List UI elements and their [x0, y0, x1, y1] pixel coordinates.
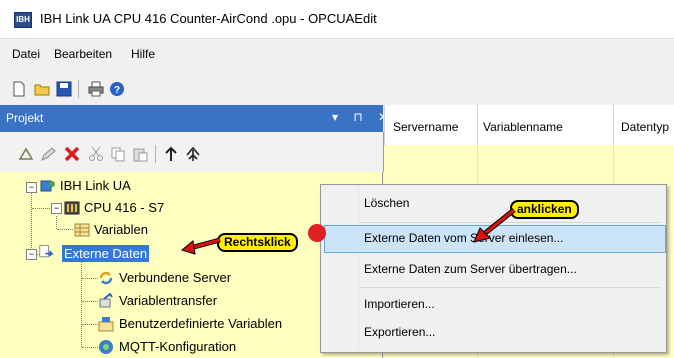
- tree-node-benutzerdefinierte-variablen[interactable]: Benutzerdefinierte Variablen: [119, 316, 282, 331]
- table-icon: [74, 223, 90, 237]
- external-data-icon: [39, 245, 54, 258]
- tree-line: [82, 278, 98, 279]
- tree-node-cpu[interactable]: CPU 416 - S7: [84, 200, 164, 215]
- tree-line: [56, 216, 57, 229]
- tree-line: [32, 208, 50, 209]
- cut-icon[interactable]: [88, 146, 104, 162]
- help-icon[interactable]: ?: [109, 81, 125, 97]
- open-folder-icon[interactable]: [34, 81, 50, 97]
- copy-icon[interactable]: [110, 146, 126, 162]
- tree-line: [81, 262, 82, 347]
- svg-text:?: ?: [114, 85, 120, 96]
- collapse-toggle[interactable]: −: [26, 249, 37, 260]
- column-header-variablenname[interactable]: Variablenname: [483, 120, 563, 134]
- ibh-link-icon: [40, 180, 55, 192]
- toolbar-separator: [155, 145, 156, 163]
- tree-node-externe-daten[interactable]: Externe Daten: [62, 245, 150, 262]
- column-separator: [384, 105, 385, 145]
- delete-icon[interactable]: [64, 146, 80, 162]
- menu-bearbeiten[interactable]: Bearbeiten: [54, 47, 112, 61]
- move-top-icon[interactable]: [185, 146, 201, 162]
- panel-header: [0, 105, 383, 132]
- add-variable-icon[interactable]: [18, 146, 34, 162]
- tree-node-mqtt-konfiguration[interactable]: MQTT-Konfiguration: [119, 339, 236, 354]
- toolbar-separator: [78, 80, 79, 98]
- variable-transfer-icon: [99, 293, 113, 308]
- tree-node-ibh-link-ua[interactable]: IBH Link UA: [60, 178, 131, 193]
- menu-gutter: [358, 186, 359, 349]
- anklicken-callout: anklicken: [510, 200, 579, 219]
- user-variables-icon: [98, 317, 114, 332]
- panel-title: Projekt: [6, 111, 44, 125]
- edit-icon[interactable]: [40, 146, 56, 162]
- move-up-icon[interactable]: [163, 146, 179, 162]
- paste-icon[interactable]: [132, 146, 148, 162]
- rechtsklick-callout: Rechtsklick: [217, 233, 298, 252]
- column-header-datentyp[interactable]: Datentyp: [621, 120, 674, 134]
- arrow-anklicken: [473, 208, 516, 243]
- menu-hilfe[interactable]: Hilfe: [131, 47, 155, 61]
- cpu-icon: [64, 201, 80, 215]
- app-icon: IBH: [14, 12, 32, 28]
- tree-line: [57, 229, 73, 230]
- tree-node-variablen[interactable]: Variablen: [94, 222, 148, 237]
- column-separator: [477, 105, 478, 145]
- arrow-rechtsklick: [180, 237, 221, 255]
- menu-item-externe-daten-uebertragen[interactable]: Externe Daten zum Server übertragen...: [364, 262, 577, 276]
- menu-datei[interactable]: Datei: [12, 47, 40, 61]
- column-header-servername[interactable]: Servername: [393, 120, 458, 134]
- menu-item-externe-daten-einlesen[interactable]: Externe Daten vom Server einlesen...: [364, 231, 563, 245]
- collapse-toggle[interactable]: −: [51, 203, 62, 214]
- connected-servers-icon: [99, 271, 113, 285]
- tree-line: [82, 347, 98, 348]
- tree-line: [82, 324, 98, 325]
- collapse-toggle[interactable]: −: [26, 182, 37, 193]
- menu-separator: [360, 287, 660, 288]
- window-title: IBH Link UA CPU 416 Counter-AirCond .opu…: [40, 11, 377, 26]
- menu-item-importieren[interactable]: Importieren...: [364, 297, 435, 311]
- menu-item-loeschen[interactable]: Löschen: [364, 196, 409, 210]
- tree-line: [82, 301, 98, 302]
- tree-node-verbundene-server[interactable]: Verbundene Server: [119, 270, 231, 285]
- click-marker: [308, 224, 326, 242]
- mqtt-icon: [99, 340, 113, 354]
- print-icon[interactable]: [88, 81, 104, 97]
- selected-node-label[interactable]: Externe Daten: [62, 245, 150, 262]
- new-file-icon[interactable]: [11, 81, 27, 97]
- column-separator: [613, 105, 614, 145]
- save-icon[interactable]: [56, 81, 72, 97]
- tree-node-variablentransfer[interactable]: Variablentransfer: [119, 293, 217, 308]
- menu-item-exportieren[interactable]: Exportieren...: [364, 325, 435, 339]
